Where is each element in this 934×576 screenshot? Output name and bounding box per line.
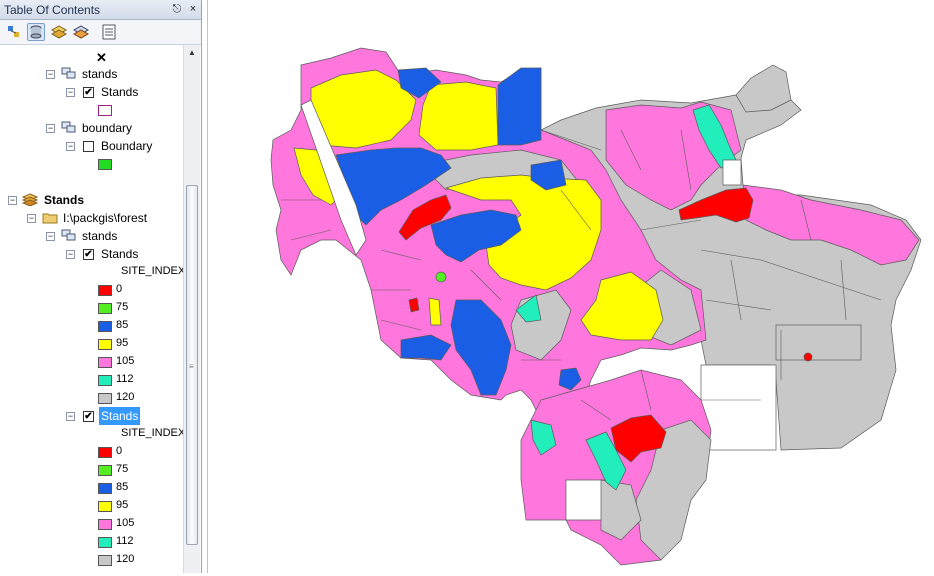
list-by-source-button[interactable] bbox=[27, 23, 45, 41]
collapse-toggle[interactable]: − bbox=[46, 124, 55, 133]
legend-swatch-boundary bbox=[98, 159, 112, 170]
legend-field-label: SITE_INDEX bbox=[121, 427, 186, 439]
list-by-drawing-order-icon[interactable] bbox=[5, 23, 23, 41]
collapse-toggle[interactable]: − bbox=[66, 142, 75, 151]
visibility-checkbox[interactable]: ✔ bbox=[83, 87, 94, 98]
toc-scrollbar[interactable]: ▲ ≡ bbox=[183, 45, 200, 573]
grip-icon: ≡ bbox=[189, 362, 194, 371]
layer-label: Stands bbox=[44, 193, 85, 207]
toc-row-stands-layer-1[interactable]: − ✔ Stands bbox=[0, 83, 180, 101]
legend-label-0: 0 bbox=[116, 283, 123, 295]
group-layer-icon bbox=[61, 121, 76, 133]
legend-swatch-85 bbox=[98, 483, 112, 494]
list-by-selection-icon[interactable] bbox=[72, 23, 90, 41]
toc-title: Table Of Contents bbox=[4, 3, 101, 17]
stand-polygon-gray bbox=[775, 324, 862, 361]
legend-swatch-0 bbox=[98, 447, 112, 458]
legend-label-112: 112 bbox=[116, 373, 134, 385]
toc-row-boundary-group[interactable]: − boundary bbox=[0, 119, 180, 137]
scroll-up-icon[interactable]: ▲ bbox=[184, 45, 200, 61]
toc-row-stands-layer-2[interactable]: − ✔ Stands bbox=[0, 245, 180, 263]
collapse-toggle[interactable]: − bbox=[27, 214, 36, 223]
stand-polygon-yellow bbox=[428, 297, 442, 326]
legend-swatch-85 bbox=[98, 321, 112, 332]
legend-label-95: 95 bbox=[116, 499, 129, 511]
legend-label-75: 75 bbox=[116, 463, 129, 475]
collapse-toggle[interactable]: − bbox=[66, 250, 75, 259]
toc-row-data-frame[interactable]: − Stands bbox=[0, 191, 180, 209]
legend-swatch-112 bbox=[98, 375, 112, 386]
visibility-checkbox[interactable] bbox=[83, 141, 94, 152]
remove-icon[interactable]: ✕ bbox=[96, 50, 107, 66]
toc-row-stands-group-2[interactable]: − stands bbox=[0, 227, 180, 245]
group-layer-icon bbox=[61, 67, 76, 79]
group-layer-icon bbox=[61, 229, 76, 241]
legend-swatch-95 bbox=[98, 339, 112, 350]
layer-label: boundary bbox=[82, 121, 133, 135]
legend-swatch-120 bbox=[98, 393, 112, 404]
data-frame-icon bbox=[22, 193, 38, 206]
legend-label-85: 85 bbox=[116, 481, 129, 493]
legend-label-0: 0 bbox=[116, 445, 123, 457]
stand-polygon-red bbox=[803, 352, 813, 362]
legend-swatch-95 bbox=[98, 501, 112, 512]
map-view[interactable] bbox=[207, 0, 934, 573]
toc-row-stands-group-1[interactable]: − stands bbox=[0, 65, 180, 83]
legend-swatch-112 bbox=[98, 537, 112, 548]
legend-label-120: 120 bbox=[116, 553, 135, 565]
visibility-checkbox[interactable]: ✔ bbox=[83, 411, 94, 422]
table-of-contents-panel: Table Of Contents ⎋ × ✕ − stands − ✔ Sta… bbox=[0, 0, 202, 573]
collapse-toggle[interactable]: − bbox=[46, 70, 55, 79]
collapse-toggle[interactable]: − bbox=[66, 88, 75, 97]
toc-row-folder[interactable]: − I:\packgis\forest bbox=[0, 209, 180, 227]
toc-toolbar bbox=[0, 20, 201, 45]
toc-row-stands-layer-3[interactable]: − ✔ Stands bbox=[0, 407, 180, 425]
legend-label-120: 120 bbox=[116, 391, 135, 403]
legend-field-label: SITE_INDEX bbox=[121, 265, 186, 277]
legend-swatch-outline bbox=[98, 105, 112, 116]
stand-polygon-yellow bbox=[418, 81, 499, 151]
stands-map[interactable] bbox=[208, 0, 934, 573]
legend-label-85: 85 bbox=[116, 319, 129, 331]
legend-swatch-105 bbox=[98, 357, 112, 368]
legend-label-105: 105 bbox=[116, 517, 135, 529]
legend-swatch-75 bbox=[98, 465, 112, 476]
legend-label-75: 75 bbox=[116, 301, 129, 313]
legend-swatch-105 bbox=[98, 519, 112, 530]
legend-label-112: 112 bbox=[116, 535, 134, 547]
legend-label-95: 95 bbox=[116, 337, 129, 349]
layer-label: I:\packgis\forest bbox=[63, 211, 148, 225]
map-gap bbox=[722, 159, 742, 186]
folder-icon bbox=[42, 213, 58, 224]
layer-label: Boundary bbox=[101, 139, 153, 153]
list-by-source-icon bbox=[30, 25, 42, 39]
visibility-checkbox[interactable]: ✔ bbox=[83, 249, 94, 260]
legend-swatch-0 bbox=[98, 285, 112, 296]
list-by-visibility-icon[interactable] bbox=[50, 23, 68, 41]
close-icon[interactable]: × bbox=[186, 2, 200, 16]
map-gap bbox=[700, 364, 777, 451]
toc-row-boundary-layer[interactable]: − Boundary bbox=[0, 137, 180, 155]
options-icon[interactable] bbox=[100, 23, 118, 41]
collapse-toggle[interactable]: − bbox=[66, 412, 75, 421]
collapse-toggle[interactable]: − bbox=[8, 196, 17, 205]
toc-title-bar: Table Of Contents ⎋ × bbox=[0, 0, 201, 20]
stand-polygon-red bbox=[408, 297, 420, 313]
layer-label: stands bbox=[82, 229, 118, 243]
legend-label-105: 105 bbox=[116, 355, 135, 367]
collapse-toggle[interactable]: − bbox=[46, 232, 55, 241]
stand-polygon-green bbox=[435, 271, 447, 283]
layer-label: stands bbox=[82, 67, 118, 81]
layer-label: Stands bbox=[101, 85, 139, 99]
layer-label: Stands bbox=[101, 247, 139, 261]
legend-swatch-75 bbox=[98, 303, 112, 314]
layer-label-selected[interactable]: Stands bbox=[99, 407, 141, 425]
legend-swatch-120 bbox=[98, 555, 112, 566]
pin-icon[interactable]: ⎋ bbox=[170, 2, 184, 16]
